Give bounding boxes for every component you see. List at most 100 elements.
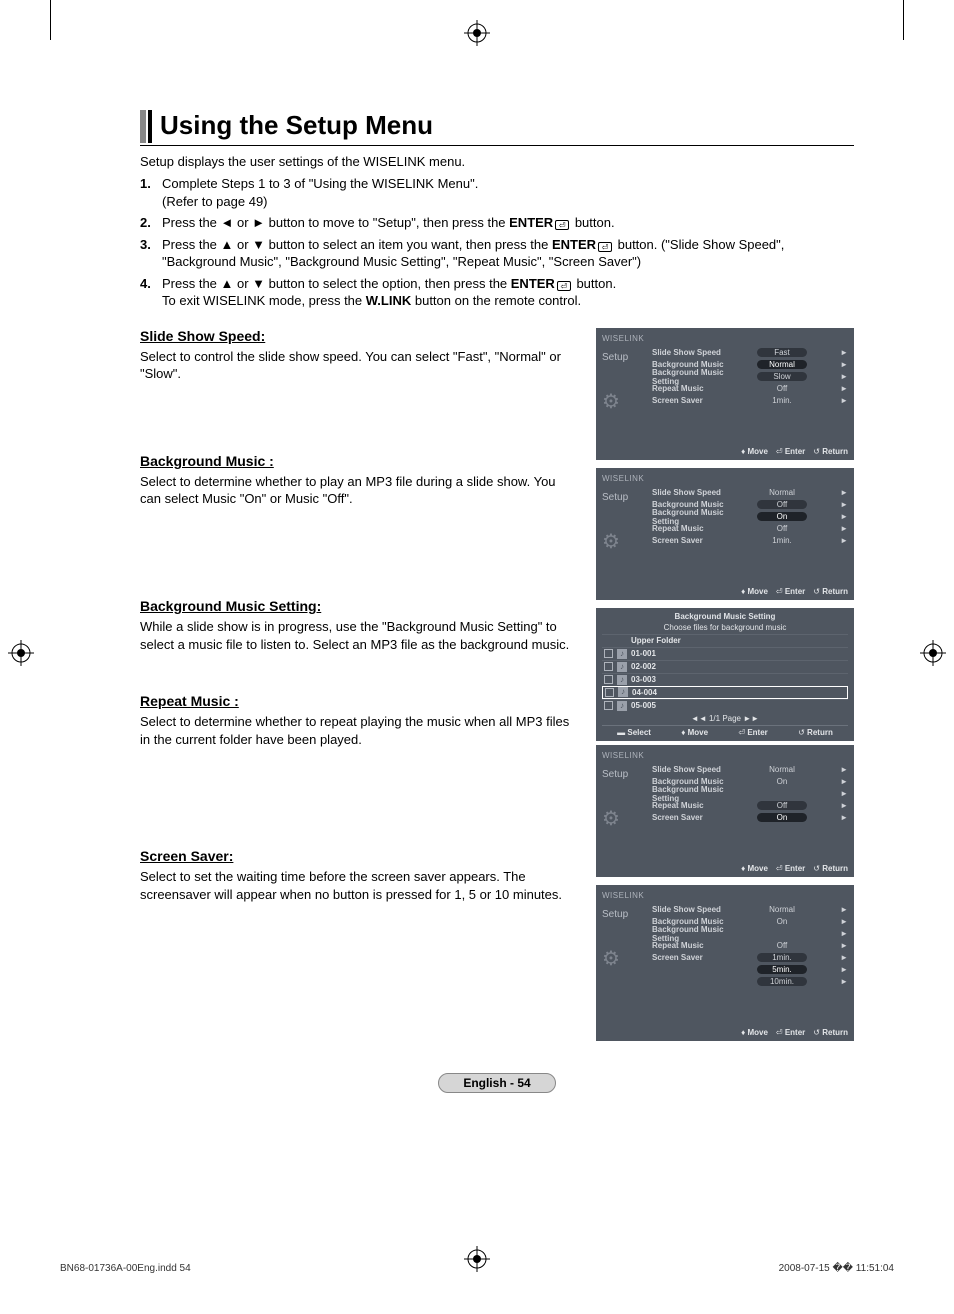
section-heading: Background Music Setting:: [140, 598, 578, 614]
page-footer: English - 54: [140, 1073, 854, 1093]
file-name: Upper Folder: [631, 636, 681, 645]
title-block: Using the Setup Menu: [140, 110, 854, 146]
music-note-icon: ♪: [617, 675, 627, 685]
step-text: Press the ◄ or ► button to move to "Setu…: [162, 214, 854, 232]
osd-row: Screen Saver1min.►: [652, 395, 848, 407]
osd-row-value: Fast: [747, 348, 817, 357]
osd-screenshot: Background Music SettingChoose files for…: [596, 608, 854, 741]
osd-row-value: On: [747, 777, 817, 786]
section-heading: Background Music :: [140, 453, 578, 469]
osd-row: Screen Saver1min.►: [652, 952, 848, 964]
section-body: Select to set the waiting time before th…: [140, 868, 578, 903]
osd-side-label: Setup: [602, 909, 646, 920]
osd-row: Slide Show SpeedNormal►: [652, 904, 848, 916]
section-slide-show-speed: Slide Show Speed: Select to control the …: [140, 328, 854, 1045]
chevron-right-icon: ►: [840, 777, 848, 786]
osd-screenshot: WISELINKSetup⚙Slide Show SpeedFast►Backg…: [596, 328, 854, 460]
checkbox-icon: [604, 662, 613, 671]
chevron-right-icon: ►: [840, 536, 848, 545]
imprint-right: 2008-07-15 �� 11:51:04: [779, 1263, 894, 1274]
osd-row-value: Slow: [747, 372, 817, 381]
step-number: 2.: [140, 214, 162, 232]
osd-row: Background Music SettingOn►: [652, 511, 848, 523]
osd-row: Repeat MusicOff►: [652, 523, 848, 535]
file-name: 04-004: [632, 688, 657, 697]
wiselink-brand: WISELINK: [602, 751, 848, 760]
osd-row-key: Background Music Setting: [652, 785, 747, 803]
chevron-right-icon: ►: [840, 396, 848, 405]
chevron-right-icon: ►: [840, 765, 848, 774]
imprint: BN68-01736A-00Eng.indd 54 2008-07-15 �� …: [60, 1263, 894, 1274]
page-title: Using the Setup Menu: [160, 110, 433, 143]
title-accent-icon: [140, 110, 146, 143]
osd-row-key: Background Music Setting: [652, 508, 747, 526]
intro-text: Setup displays the user settings of the …: [140, 154, 854, 169]
osd-row-value: On: [747, 813, 817, 822]
step-item: 4.Press the ▲ or ▼ button to select the …: [140, 275, 854, 310]
section-heading: Repeat Music :: [140, 693, 578, 709]
checkbox-icon: [604, 649, 613, 658]
step-text: Press the ▲ or ▼ button to select an ite…: [162, 236, 854, 271]
osd-side-label: Setup: [602, 492, 646, 503]
osd-row: Screen SaverOn►: [652, 812, 848, 824]
osd-row-value: 1min.: [747, 953, 817, 962]
chevron-right-icon: ►: [840, 360, 848, 369]
osd-row: Repeat MusicOff►: [652, 383, 848, 395]
music-note-icon: ♪: [617, 701, 627, 711]
music-note-icon: ♪: [617, 649, 627, 659]
osd-row: Repeat MusicOff►: [652, 940, 848, 952]
chevron-right-icon: ►: [840, 524, 848, 533]
chevron-right-icon: ►: [840, 801, 848, 810]
file-name: 01-001: [631, 649, 656, 658]
osd-row: Background Music Setting ►: [652, 788, 848, 800]
osd-row: 10min.►: [652, 976, 848, 988]
file-name: 03-003: [631, 675, 656, 684]
step-item: 1.Complete Steps 1 to 3 of "Using the WI…: [140, 175, 854, 210]
osd-row-key: Screen Saver: [652, 396, 747, 405]
title-accent-icon: [148, 110, 152, 143]
chevron-right-icon: ►: [840, 941, 848, 950]
osd-footer: ♦ Move⏎ Enter↺ Return: [602, 1028, 848, 1037]
chevron-right-icon: ►: [840, 929, 848, 938]
checkbox-icon: [604, 701, 613, 710]
osd-screenshot: WISELINKSetup⚙Slide Show SpeedNormal►Bac…: [596, 468, 854, 600]
enter-icon: ⏎: [557, 281, 571, 291]
wiselink-brand: WISELINK: [602, 474, 848, 483]
osd-row-value: Off: [747, 500, 817, 509]
osd-row: Background Music Setting►: [652, 928, 848, 940]
osd-side-label: Setup: [602, 769, 646, 780]
osd-row: Screen Saver1min.►: [652, 535, 848, 547]
osd-row-key: Slide Show Speed: [652, 765, 747, 774]
pager: ◄◄ 1/1 Page ►►: [602, 714, 848, 723]
osd-row-value: Normal: [747, 765, 817, 774]
file-row: ♪ 01-001: [602, 647, 848, 660]
osd-row: 5min.►: [652, 964, 848, 976]
osd-row: Repeat MusicOff►: [652, 800, 848, 812]
file-row: ♪ 03-003: [602, 673, 848, 686]
osd-row-key: Repeat Music: [652, 941, 747, 950]
osd-side-label: Setup: [602, 352, 646, 363]
chevron-right-icon: ►: [840, 500, 848, 509]
imprint-left: BN68-01736A-00Eng.indd 54: [60, 1263, 191, 1274]
gear-icon: ⚙: [602, 389, 646, 414]
osd-subtitle: Choose files for background music: [602, 623, 848, 632]
osd-row-value: 1min.: [747, 536, 817, 545]
osd-footer: ♦ Move⏎ Enter↺ Return: [602, 587, 848, 596]
enter-icon: ⏎: [555, 220, 569, 230]
osd-row-key: Background Music Setting: [652, 368, 747, 386]
osd-column: WISELINKSetup⚙Slide Show SpeedFast►Backg…: [596, 328, 854, 1045]
page-content: Using the Setup Menu Setup displays the …: [0, 0, 954, 1280]
chevron-right-icon: ►: [840, 953, 848, 962]
file-row: ♪02-002: [602, 660, 848, 673]
chevron-right-icon: ►: [840, 789, 848, 798]
osd-row-key: Repeat Music: [652, 384, 747, 393]
osd-row-value: Normal: [747, 905, 817, 914]
osd-row-value: 5min.: [747, 965, 817, 974]
osd-row-value: Off: [747, 801, 817, 810]
file-name: 02-002: [631, 662, 656, 671]
wiselink-brand: WISELINK: [602, 891, 848, 900]
osd-row-key: Screen Saver: [652, 813, 747, 822]
chevron-right-icon: ►: [840, 917, 848, 926]
osd-footer: ♦ Move⏎ Enter↺ Return: [602, 864, 848, 873]
osd-row-value: Normal: [747, 360, 817, 369]
